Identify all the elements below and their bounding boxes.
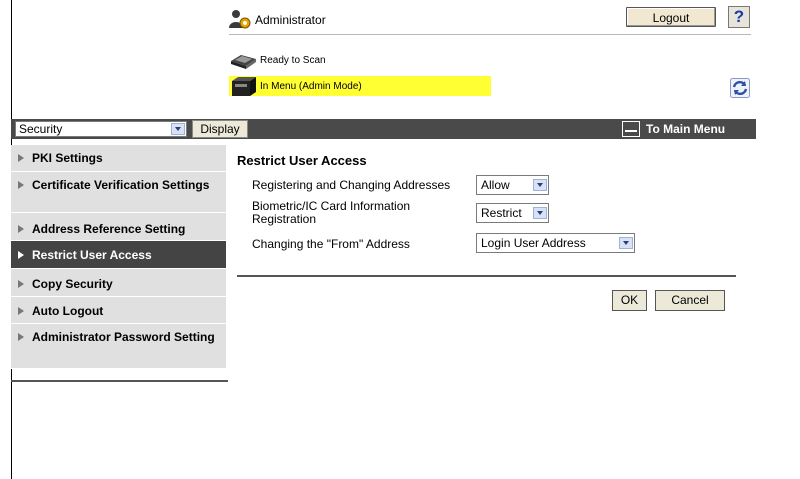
sidebar-item-admin-password[interactable]: Administrator Password Setting <box>11 324 226 369</box>
chevron-down-icon <box>619 237 633 249</box>
sidebar-item-label: Copy Security <box>32 277 113 291</box>
chevron-down-icon <box>533 207 547 219</box>
arrow-right-icon <box>18 154 24 162</box>
content-divider <box>237 275 736 277</box>
arrow-right-icon <box>18 307 24 315</box>
refresh-icon[interactable] <box>730 78 750 98</box>
help-button[interactable]: ? <box>728 6 750 28</box>
logout-button[interactable]: Logout <box>626 7 716 27</box>
category-select-value: Security <box>19 122 63 136</box>
display-button[interactable]: Display <box>192 120 248 138</box>
field-label-biometric-registration: Biometric/IC Card Information Registrati… <box>252 199 411 226</box>
select-value: Allow <box>481 178 510 192</box>
arrow-right-icon <box>18 333 24 341</box>
select-value: Restrict <box>481 206 522 220</box>
scanner-icon <box>229 51 257 69</box>
field-label-changing-from-address: Changing the "From" Address <box>252 237 410 251</box>
to-main-menu-link[interactable]: To Main Menu <box>646 122 725 136</box>
sidebar-item-label: PKI Settings <box>32 151 103 165</box>
select-value: Login User Address <box>481 236 586 250</box>
chevron-down-icon <box>171 123 185 135</box>
sidebar: PKI Settings Certificate Verification Se… <box>11 145 226 369</box>
arrow-right-icon <box>18 251 24 259</box>
sidebar-item-restrict-user-access[interactable]: Restrict User Access <box>11 241 226 269</box>
header-divider <box>229 34 751 35</box>
arrow-right-icon <box>18 225 24 233</box>
page-title: Restrict User Access <box>237 153 367 168</box>
sidebar-divider <box>11 380 228 382</box>
sidebar-item-copy-security[interactable]: Copy Security <box>11 269 226 297</box>
chevron-down-icon <box>533 179 547 191</box>
sidebar-item-auto-logout[interactable]: Auto Logout <box>11 297 226 324</box>
arrow-right-icon <box>18 280 24 288</box>
sidebar-item-certificate-verification[interactable]: Certificate Verification Settings <box>11 172 226 213</box>
sidebar-item-address-reference[interactable]: Address Reference Setting <box>11 213 226 241</box>
sidebar-item-label: Administrator Password Setting <box>32 330 215 344</box>
admin-user-icon <box>229 9 251 29</box>
ok-button[interactable]: OK <box>612 290 647 311</box>
mode-status-text: In Menu (Admin Mode) <box>260 81 362 92</box>
registering-addresses-select[interactable]: Allow <box>476 175 549 195</box>
cancel-button[interactable]: Cancel <box>655 290 725 311</box>
sidebar-item-label: Address Reference Setting <box>32 222 186 236</box>
category-select[interactable]: Security <box>15 121 187 137</box>
from-address-select[interactable]: Login User Address <box>476 233 635 253</box>
scanner-status-text: Ready to Scan <box>260 55 326 66</box>
arrow-right-icon <box>18 181 24 189</box>
main-menu-icon[interactable] <box>622 121 640 137</box>
user-label: Administrator <box>255 13 326 27</box>
sidebar-item-label: Certificate Verification Settings <box>32 178 210 192</box>
sidebar-item-label: Restrict User Access <box>32 248 152 262</box>
field-label-registering-addresses: Registering and Changing Addresses <box>252 178 451 192</box>
sidebar-item-pki-settings[interactable]: PKI Settings <box>11 145 226 172</box>
machine-status-icon <box>230 76 256 96</box>
biometric-registration-select[interactable]: Restrict <box>476 203 549 223</box>
sidebar-item-label: Auto Logout <box>32 304 104 318</box>
